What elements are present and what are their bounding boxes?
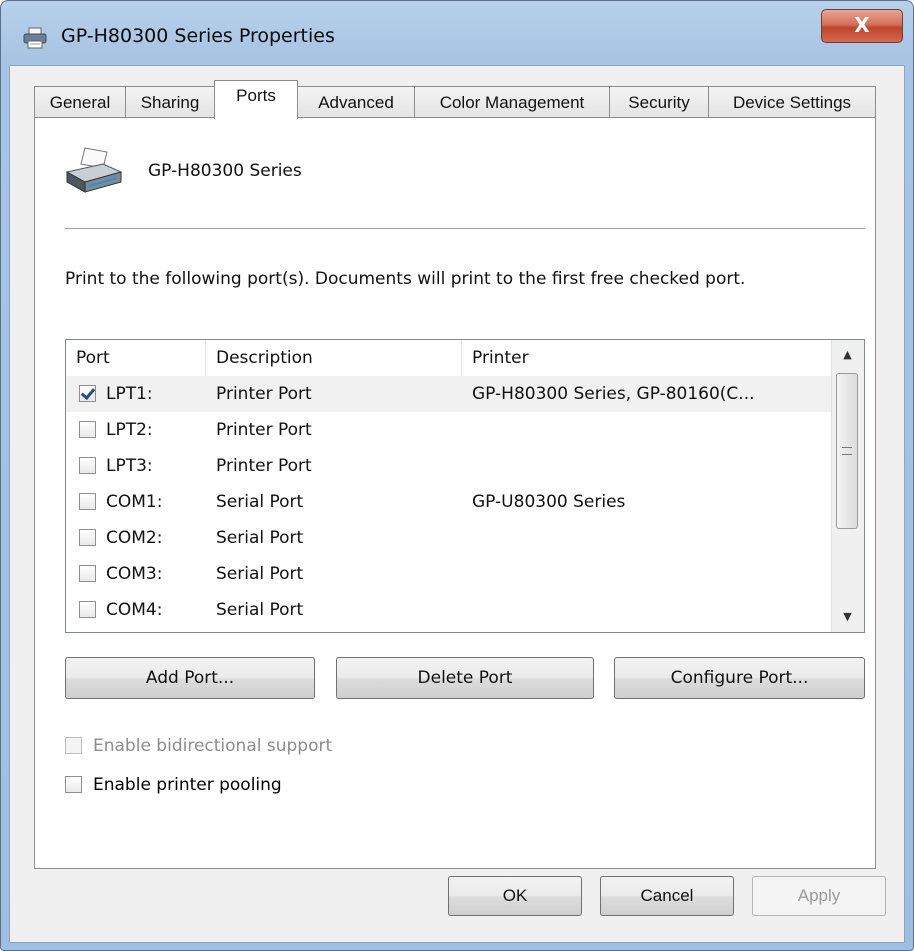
add-port-button[interactable]: Add Port...	[65, 657, 315, 699]
printer-icon	[23, 27, 47, 49]
port-list-scrollbar[interactable]: ▲ ▼	[831, 340, 864, 632]
ok-button[interactable]: OK	[448, 876, 582, 916]
port-description: Printer Port	[216, 420, 312, 440]
port-printer: GP-U80300 Series	[472, 492, 626, 512]
port-list-header: Port Description Printer	[66, 340, 832, 376]
port-row[interactable]: COM3: Serial Port	[66, 556, 832, 592]
port-row[interactable]: LPT1: Printer Port GP-H80300 Series, GP-…	[66, 376, 832, 412]
port-name: LPT1:	[106, 384, 153, 404]
port-list[interactable]: Port Description Printer LPT1: Printer P…	[65, 339, 865, 633]
scroll-down-arrow-icon[interactable]: ▼	[832, 602, 863, 632]
port-description: Serial Port	[216, 600, 304, 620]
column-header-printer[interactable]: Printer	[462, 340, 832, 376]
port-row[interactable]: COM2: Serial Port	[66, 520, 832, 556]
printer-device-icon	[65, 147, 123, 193]
port-name: COM3:	[106, 564, 163, 584]
column-header-port[interactable]: Port	[66, 340, 206, 376]
ports-tab-panel: GP-H80300 Series Print to the following …	[34, 117, 876, 869]
port-description: Serial Port	[216, 492, 304, 512]
dialog-client-area: General Sharing Ports Advanced Color Man…	[9, 65, 905, 943]
grip-icon	[842, 447, 852, 455]
port-checkbox[interactable]	[79, 421, 96, 438]
port-name: LPT2:	[106, 420, 153, 440]
tab-advanced[interactable]: Advanced	[297, 86, 415, 118]
scrollbar-thumb[interactable]	[836, 373, 858, 529]
tab-color-management[interactable]: Color Management	[414, 86, 610, 118]
port-description: Printer Port	[216, 456, 312, 476]
port-name: COM2:	[106, 528, 163, 548]
bidirectional-checkbox	[65, 737, 82, 754]
port-row[interactable]: LPT2: Printer Port	[66, 412, 832, 448]
port-checkbox[interactable]	[79, 565, 96, 582]
tab-sharing[interactable]: Sharing	[125, 86, 215, 118]
title-bar[interactable]: GP-H80300 Series Properties X	[1, 1, 913, 65]
port-checkbox[interactable]	[79, 529, 96, 546]
port-name: LPT3:	[106, 456, 153, 476]
close-button[interactable]: X	[821, 9, 903, 43]
tab-device-settings[interactable]: Device Settings	[708, 86, 876, 118]
window-title: GP-H80300 Series Properties	[61, 25, 335, 47]
bidirectional-label: Enable bidirectional support	[93, 736, 333, 756]
port-printer: GP-H80300 Series, GP-80160(C...	[472, 384, 755, 404]
configure-port-button[interactable]: Configure Port...	[614, 657, 865, 699]
port-checkbox[interactable]	[79, 457, 96, 474]
column-header-description[interactable]: Description	[206, 340, 462, 376]
cancel-button[interactable]: Cancel	[600, 876, 734, 916]
printer-pooling-label[interactable]: Enable printer pooling	[93, 774, 282, 796]
tab-general[interactable]: General	[34, 86, 126, 118]
port-name: COM4:	[106, 600, 163, 620]
tab-security[interactable]: Security	[609, 86, 709, 118]
printer-name: GP-H80300 Series	[148, 161, 302, 181]
port-description: Serial Port	[216, 528, 304, 548]
port-checkbox[interactable]	[79, 493, 96, 510]
instruction-text: Print to the following port(s). Document…	[65, 269, 746, 289]
tab-ports[interactable]: Ports	[214, 80, 298, 119]
divider	[65, 228, 865, 229]
apply-button[interactable]: Apply	[752, 876, 886, 916]
port-checkbox[interactable]	[79, 385, 96, 402]
port-description: Printer Port	[216, 384, 312, 404]
properties-window: GP-H80300 Series Properties X General Sh…	[0, 0, 914, 951]
port-row[interactable]: LPT3: Printer Port	[66, 448, 832, 484]
delete-port-button[interactable]: Delete Port	[336, 657, 594, 699]
port-row[interactable]: COM4: Serial Port	[66, 592, 832, 628]
printer-pooling-checkbox[interactable]	[65, 776, 82, 793]
port-description: Serial Port	[216, 564, 304, 584]
scroll-up-arrow-icon[interactable]: ▲	[832, 340, 863, 370]
port-checkbox[interactable]	[79, 601, 96, 618]
port-row[interactable]: COM1: Serial Port GP-U80300 Series	[66, 484, 832, 520]
port-name: COM1:	[106, 492, 163, 512]
